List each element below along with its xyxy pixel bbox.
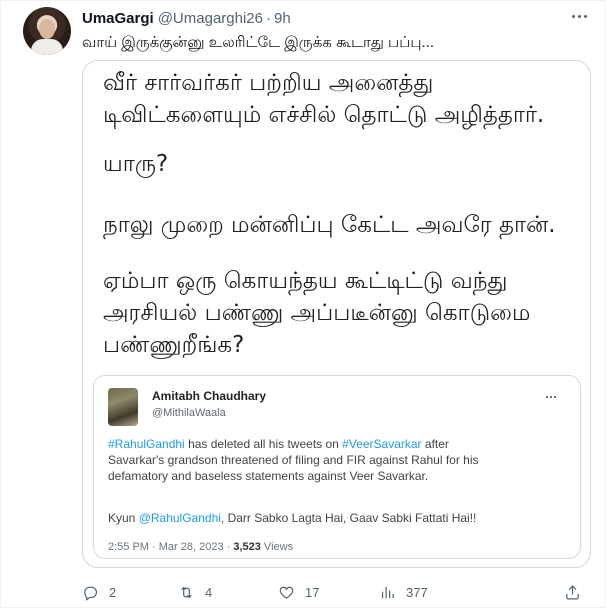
more-icon[interactable] [568, 7, 590, 25]
quoted-handle: @MithilaWaala [152, 407, 226, 419]
share-icon [566, 584, 579, 599]
quoted-tweet-body: #RahulGandhi has deleted all his tweets … [108, 436, 578, 484]
avatar-face [39, 19, 55, 39]
avatar-body [31, 39, 63, 55]
quoted-views-count: 3,523 [233, 541, 261, 553]
image-text-line: டிவிட்களையும் எச்சில் தொட்டு அழித்தார். [103, 102, 545, 128]
tweet-image[interactable]: வீர் சார்வர்கர் பற்றிய அனைத்து டிவிட்களை… [82, 60, 591, 568]
image-text-line: ஏம்பா ஒரு கொயந்தய கூட்டிட்டு வந்து [103, 268, 508, 294]
like-count: 17 [305, 584, 320, 600]
quoted-avatar [108, 388, 138, 426]
image-text-line: வீர் சார்வர்கர் பற்றிய அனைத்து [103, 70, 434, 96]
quoted-line: #RahulGandhi has deleted all his tweets … [108, 436, 578, 452]
avatar[interactable] [23, 7, 71, 55]
reply-icon [84, 586, 98, 601]
image-text-line: பண்ணுறீங்க? [103, 332, 245, 358]
image-text-line: யாரு? [103, 151, 169, 177]
retweet-count: 4 [205, 584, 213, 600]
quoted-meta: 2:55 PM · Mar 28, 2023 · 3,523 Views [108, 541, 293, 553]
quoted-text-part: Kyun [108, 511, 139, 525]
tweet-card[interactable]: UmaGargi @Umagarghi26 · 9h வாய் இருக்குன… [0, 0, 606, 608]
quoted-timestamp: 2:55 PM · Mar 28, 2023 · [108, 541, 234, 553]
share-button[interactable] [564, 581, 581, 603]
views-icon [381, 586, 394, 598]
like-icon [279, 586, 294, 599]
quoted-text-part: , Darr Sabko Lagta Hai, Gaav Sabki Fatta… [220, 511, 477, 525]
user-handle[interactable]: @Umagarghi26 [158, 10, 263, 27]
tweet-text: வாய் இருக்குன்னு உலரிட்டே இருக்க கூடாது … [82, 34, 435, 51]
like-button[interactable]: 17 [278, 581, 319, 603]
retweet-button[interactable]: 4 [178, 581, 212, 603]
hashtag-veersavarkar: #VeerSavarkar [342, 437, 422, 451]
action-bar: 2 4 17 377 [82, 581, 597, 603]
quoted-tweet-screenshot: Amitabh Chaudhary @MithilaWaala #RahulGa… [93, 375, 581, 559]
reply-button[interactable]: 2 [82, 581, 116, 603]
separator-dot: · [265, 9, 271, 27]
hashtag-rahulgandhi: #RahulGandhi [108, 437, 185, 451]
image-text-line: நாலு முறை மன்னிப்பு கேட்ட அவரே தான். [103, 212, 556, 238]
views-button[interactable]: 377 [379, 581, 428, 603]
quoted-reply-line: Kyun @RahulGandhi, Darr Sabko Lagta Hai,… [108, 511, 476, 525]
quoted-line: Savarkar's grandson threatened of filing… [108, 453, 479, 467]
quoted-text-part: has deleted all his tweets on [184, 437, 343, 451]
quoted-text-part: after [421, 437, 449, 451]
image-text-line: அரசியல் பண்ணு அப்படீன்னு கொடுமை [103, 300, 531, 326]
mention-rahulgandhi: @RahulGandhi [138, 511, 221, 525]
quoted-more-icon [546, 396, 556, 398]
tweet-header: UmaGargi @Umagarghi26 · 9h [82, 9, 291, 27]
quoted-display-name: Amitabh Chaudhary [152, 389, 267, 403]
views-count: 377 [406, 584, 428, 600]
retweet-icon [181, 586, 192, 598]
tweet-time[interactable]: 9h [274, 10, 291, 27]
reply-count: 2 [109, 584, 117, 600]
quoted-views-label: Views [260, 541, 294, 553]
quoted-line: defamatory and baseless statements again… [108, 469, 429, 483]
display-name[interactable]: UmaGargi [82, 10, 154, 27]
